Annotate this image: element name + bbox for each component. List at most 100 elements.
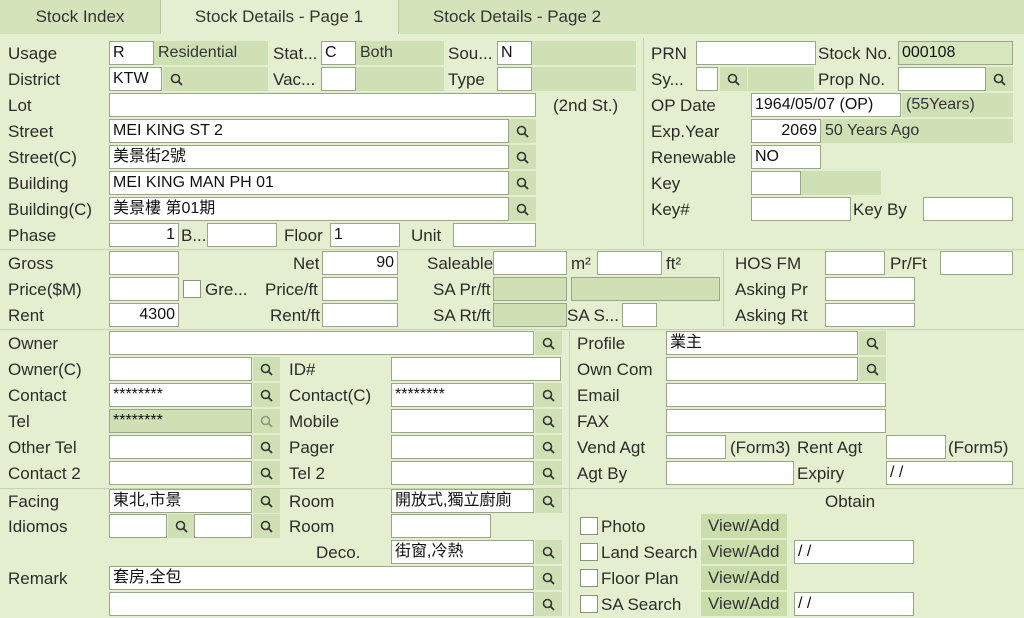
price-field[interactable]: [109, 277, 179, 301]
usage-field[interactable]: R: [109, 41, 154, 65]
remark-2-search-button[interactable]: [535, 592, 562, 616]
street-chinese-field[interactable]: 美景街2號: [109, 145, 509, 169]
m2-field[interactable]: [597, 251, 662, 275]
lot-field[interactable]: [109, 93, 536, 117]
district-search-button[interactable]: [163, 67, 190, 91]
building-field[interactable]: MEI KING MAN PH 01: [109, 171, 509, 195]
vacant-field[interactable]: [321, 67, 356, 91]
owner-search-button[interactable]: [535, 331, 562, 355]
fax-field[interactable]: [666, 409, 886, 433]
email-field[interactable]: [666, 383, 886, 407]
own-com-field[interactable]: [666, 357, 858, 381]
pager-search-button[interactable]: [535, 435, 562, 459]
source-field[interactable]: N: [497, 41, 532, 65]
key-field[interactable]: [751, 171, 801, 195]
id-field[interactable]: [391, 357, 561, 381]
prn-field[interactable]: [696, 41, 816, 65]
asking-rt-field[interactable]: [825, 303, 915, 327]
contact-chinese-search-button[interactable]: [535, 383, 562, 407]
owner-field[interactable]: [109, 331, 534, 355]
building-chinese-search-button[interactable]: [509, 197, 536, 221]
tel-2-field[interactable]: [391, 461, 534, 485]
key-no-field[interactable]: [751, 197, 851, 221]
status-field[interactable]: C: [321, 41, 356, 65]
type-field[interactable]: [497, 67, 532, 91]
street-search-button[interactable]: [509, 119, 536, 143]
tab-stock-index[interactable]: Stock Index: [0, 0, 160, 34]
remark-2-field[interactable]: [109, 592, 534, 616]
other-tel-field[interactable]: [109, 435, 252, 459]
profile-field[interactable]: 業主: [666, 331, 858, 355]
op-date-field[interactable]: 1964/05/07 (OP): [751, 93, 901, 117]
land-search-checkbox[interactable]: [580, 543, 598, 561]
block-field[interactable]: [207, 223, 277, 247]
own-com-search-button[interactable]: [859, 357, 886, 381]
sy-field[interactable]: [696, 67, 718, 91]
building-search-button[interactable]: [509, 171, 536, 195]
photo-view-add-button[interactable]: View/Add: [701, 514, 787, 538]
hos-fm-field[interactable]: [825, 251, 885, 275]
phase-field[interactable]: 1: [109, 223, 179, 247]
pr-ft-field[interactable]: [940, 251, 1013, 275]
deco-field[interactable]: 街窗,冷熱: [391, 540, 534, 564]
other-tel-search-button[interactable]: [253, 435, 280, 459]
gross-field[interactable]: [109, 251, 179, 275]
street-chinese-search-button[interactable]: [509, 145, 536, 169]
sa-search-checkbox[interactable]: [580, 595, 598, 613]
mobile-field[interactable]: [391, 409, 534, 433]
tab-stock-details-page-1[interactable]: Stock Details - Page 1: [160, 0, 398, 34]
net-field[interactable]: 90: [322, 251, 398, 275]
price-per-ft-field[interactable]: [322, 277, 398, 301]
room-field[interactable]: 開放式,獨立廚廁: [391, 489, 534, 513]
rent-field[interactable]: 4300: [109, 303, 179, 327]
floor-field[interactable]: 1: [330, 223, 400, 247]
owner-chinese-field[interactable]: [109, 357, 252, 381]
sy-search-button[interactable]: [720, 67, 747, 91]
pager-field[interactable]: [391, 435, 534, 459]
exp-year-field[interactable]: 2069: [751, 119, 821, 143]
vend-agt-field[interactable]: [666, 435, 726, 459]
contact-chinese-field[interactable]: ********: [391, 383, 534, 407]
rent-agt-field[interactable]: [886, 435, 946, 459]
facing-search-button[interactable]: [253, 489, 280, 513]
profile-search-button[interactable]: [859, 331, 886, 355]
contact-field[interactable]: ********: [109, 383, 252, 407]
land-search-view-add-button[interactable]: View/Add: [701, 540, 787, 564]
sa-search-date-field[interactable]: / /: [794, 592, 914, 616]
room-search-button[interactable]: [535, 489, 562, 513]
remark-field[interactable]: 套房,全包: [109, 566, 534, 590]
idiomos-search-button[interactable]: [168, 514, 195, 538]
photo-checkbox[interactable]: [580, 517, 598, 535]
deco-search-button[interactable]: [535, 540, 562, 564]
tab-stock-details-page-2[interactable]: Stock Details - Page 2: [398, 0, 636, 34]
idiomos-field[interactable]: [109, 514, 167, 538]
expiry-field[interactable]: / /: [886, 461, 1013, 485]
agt-by-field[interactable]: [666, 461, 794, 485]
floor-plan-checkbox[interactable]: [580, 569, 598, 587]
asking-pr-field[interactable]: [825, 277, 915, 301]
key-by-field[interactable]: [923, 197, 1013, 221]
tel-2-search-button[interactable]: [535, 461, 562, 485]
prop-no-search-button[interactable]: [986, 67, 1013, 91]
mobile-search-button[interactable]: [535, 409, 562, 433]
floor-plan-view-add-button[interactable]: View/Add: [701, 566, 787, 590]
renewable-field[interactable]: NO: [751, 145, 821, 169]
rent-per-ft-field[interactable]: [322, 303, 398, 327]
remark-search-button[interactable]: [535, 566, 562, 590]
room-2-field[interactable]: [391, 514, 491, 538]
contact-2-search-button[interactable]: [253, 461, 280, 485]
unit-field[interactable]: [453, 223, 536, 247]
building-chinese-field[interactable]: 美景樓 第01期: [109, 197, 509, 221]
gre-checkbox[interactable]: [183, 280, 201, 298]
saleable-field[interactable]: [493, 251, 567, 275]
owner-chinese-search-button[interactable]: [253, 357, 280, 381]
prop-no-field[interactable]: [898, 67, 986, 91]
land-search-date-field[interactable]: / /: [794, 540, 914, 564]
contact-search-button[interactable]: [253, 383, 280, 407]
facing-field[interactable]: 東北,市景: [109, 489, 252, 513]
sa-s-field[interactable]: [622, 303, 657, 327]
sa-search-view-add-button[interactable]: View/Add: [701, 592, 787, 616]
idiomos-2-field[interactable]: [194, 514, 252, 538]
street-field[interactable]: MEI KING ST 2: [109, 119, 509, 143]
idiomos-2-search-button[interactable]: [253, 514, 280, 538]
